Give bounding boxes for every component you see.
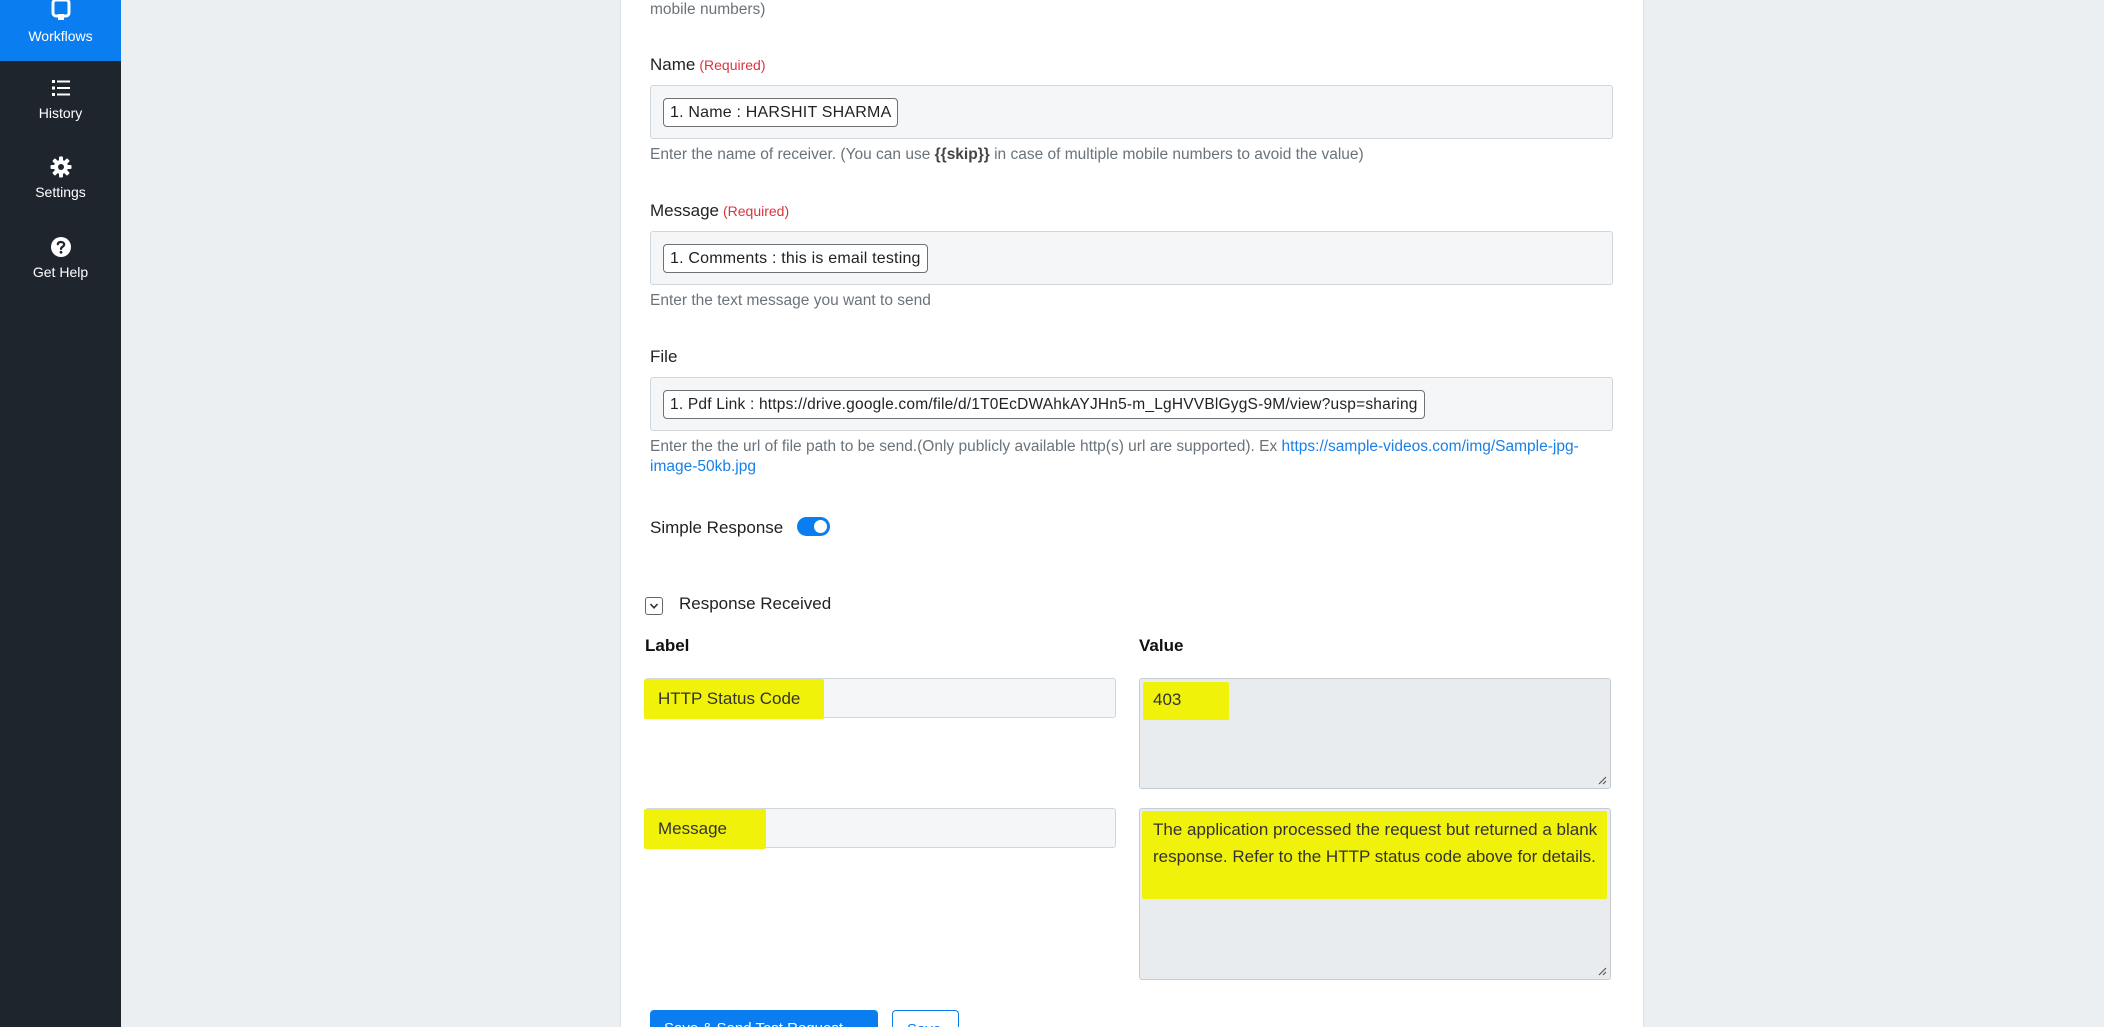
sidebar-item-get-help[interactable]: Get Help	[0, 236, 121, 280]
sidebar-item-settings[interactable]: Settings	[0, 156, 121, 200]
message-help-text: Enter the text message you want to send	[650, 292, 931, 309]
name-mapped-chip[interactable]: 1. Name : HARSHIT SHARMA	[663, 98, 899, 127]
sidebar-item-history[interactable]: History	[0, 77, 121, 121]
sidebar-item-label: Settings	[35, 184, 86, 200]
file-field[interactable]: 1. Pdf Link : https://drive.google.com/f…	[650, 377, 1613, 431]
sidebar-item-workflows[interactable]: Workflows	[0, 0, 121, 61]
name-help-text: Enter the name of receiver. (You can use…	[650, 145, 1364, 165]
message-field[interactable]: 1. Comments : this is email testing	[650, 231, 1613, 285]
response-value-textarea[interactable]: 403	[1139, 678, 1611, 789]
message-field-label: Message (Required)	[650, 201, 789, 221]
file-field-label: File	[650, 347, 678, 366]
top-help-text: mobile numbers)	[650, 1, 766, 18]
file-help-part: Enter the the url of file path to be sen…	[650, 438, 1282, 455]
simple-response-label: Simple Response	[650, 518, 784, 537]
sidebar-item-label: Workflows	[28, 28, 93, 44]
name-help-part: Enter the name of receiver. (You can use	[650, 146, 935, 163]
resize-grip-icon[interactable]	[1597, 966, 1607, 976]
message-label-text: Message	[650, 201, 719, 220]
label-column-header: Label	[645, 636, 690, 655]
help-circle-icon	[50, 237, 71, 257]
required-marker: (Required)	[722, 203, 790, 219]
response-received-title: Response Received	[679, 594, 832, 613]
response-value-text: 403	[1153, 690, 1182, 709]
response-value-text: The application processed the request bu…	[1153, 820, 1598, 866]
save-button[interactable]: Save	[892, 1010, 959, 1027]
collapse-toggle-button[interactable]	[645, 597, 663, 615]
response-value-textarea[interactable]: The application processed the request bu…	[1139, 808, 1611, 980]
message-mapped-chip[interactable]: 1. Comments : this is email testing	[663, 244, 928, 273]
file-mapped-chip[interactable]: 1. Pdf Link : https://drive.google.com/f…	[663, 390, 1425, 419]
response-label-input[interactable]: HTTP Status Code	[644, 678, 1116, 719]
value-column-header: Value	[1139, 636, 1184, 655]
name-label-text: Name	[650, 55, 696, 74]
response-label-text: HTTP Status Code	[658, 689, 801, 708]
chevron-down-icon	[649, 603, 659, 609]
name-field-label: Name (Required)	[650, 55, 766, 75]
workflows-icon	[51, 0, 70, 20]
save-and-send-test-request-button[interactable]: Save & Send Test Request	[650, 1010, 878, 1027]
name-field[interactable]: 1. Name : HARSHIT SHARMA	[650, 85, 1613, 139]
sidebar-item-label: History	[38, 105, 83, 121]
skip-token: {{skip}}	[934, 146, 990, 163]
sidebar: Workflows History Settings Get Help	[0, 0, 121, 1027]
response-label-input[interactable]: Message	[644, 808, 1116, 849]
gear-icon	[50, 156, 71, 178]
file-help-text: Enter the the url of file path to be sen…	[650, 437, 1612, 477]
sidebar-item-label: Get Help	[32, 264, 89, 280]
required-marker: (Required)	[699, 57, 766, 73]
name-help-part: in case of multiple mobile numbers to av…	[989, 146, 1364, 163]
resize-grip-icon[interactable]	[1597, 775, 1607, 785]
response-label-text: Message	[658, 819, 727, 838]
history-list-icon	[51, 80, 70, 96]
simple-response-toggle[interactable]	[797, 517, 830, 536]
